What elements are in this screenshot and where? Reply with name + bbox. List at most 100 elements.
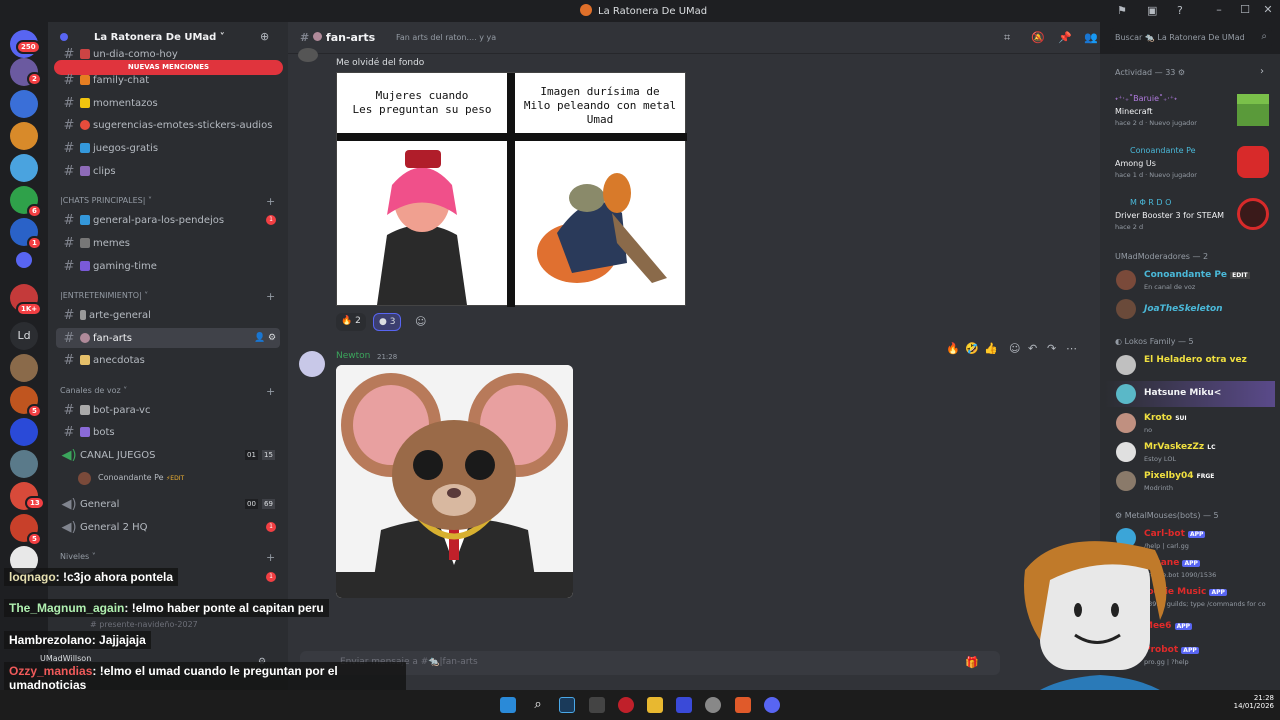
- close-button[interactable]: ✕: [1258, 3, 1278, 16]
- avatar[interactable]: [1116, 471, 1136, 491]
- photoshop-icon[interactable]: [559, 697, 575, 713]
- voice-user[interactable]: Conoandante Pe ⚡EDIT: [98, 473, 184, 482]
- activity-user[interactable]: Conoandante Pe: [1130, 146, 1196, 155]
- channel-item[interactable]: # bot-para-vc: [56, 400, 280, 420]
- channel-topic[interactable]: Fan arts del raton.... y ya: [396, 33, 496, 42]
- add-reaction-icon[interactable]: ☺: [415, 315, 426, 328]
- member-name[interactable]: Conoandante Pe EDIT: [1144, 270, 1250, 280]
- channel-item[interactable]: # clips: [56, 161, 280, 181]
- channel-item[interactable]: # un-dia-como-hoy: [56, 48, 280, 60]
- add-channel-icon[interactable]: +: [266, 551, 275, 564]
- add-friend-icon[interactable]: ⊕: [260, 30, 269, 43]
- channel-item[interactable]: # arte-general: [56, 305, 280, 325]
- server-icon[interactable]: [10, 354, 38, 382]
- gear-icon[interactable]: ⚙: [268, 333, 276, 343]
- more-icon[interactable]: ⋯: [1066, 342, 1077, 355]
- server-icon[interactable]: [10, 154, 38, 182]
- channel-name-faded[interactable]: # presente-navideño-2027: [90, 620, 198, 629]
- server-name[interactable]: La Ratonera De UMad ˅: [94, 32, 225, 43]
- newton-avatar[interactable]: [299, 351, 325, 377]
- avatar[interactable]: [1116, 442, 1136, 462]
- reaction-fire[interactable]: 🔥 2: [336, 313, 366, 331]
- channel-item[interactable]: # general-para-los-pendejos: [56, 210, 280, 230]
- channel-item[interactable]: # juegos-gratis: [56, 138, 280, 158]
- member-name[interactable]: Hatsune Miku<: [1144, 388, 1221, 398]
- reaction-laugh-icon[interactable]: 🤣: [965, 342, 979, 355]
- channel-item[interactable]: # bots: [56, 422, 280, 442]
- channel-item[interactable]: # momentazos: [56, 93, 280, 113]
- app-icon[interactable]: [589, 697, 605, 713]
- rat-image[interactable]: [336, 365, 573, 598]
- member-name[interactable]: JoaTheSkeleton: [1144, 304, 1223, 314]
- avatar[interactable]: [1116, 355, 1136, 375]
- app-icon[interactable]: [676, 697, 692, 713]
- threads-icon[interactable]: ⌗: [1004, 31, 1010, 45]
- avatar[interactable]: [1116, 384, 1136, 404]
- add-reaction-icon[interactable]: ☺: [1009, 342, 1020, 355]
- minecraft-icon: [1237, 94, 1269, 126]
- members-icon[interactable]: 👥: [1084, 31, 1098, 44]
- search-input[interactable]: Buscar 🐀 La Ratonera De UMad ⌕: [1110, 28, 1272, 48]
- search-icon[interactable]: ⌕: [530, 697, 546, 713]
- file-explorer-icon[interactable]: [647, 697, 663, 713]
- avatar[interactable]: [1116, 270, 1136, 290]
- reaction-fire-icon[interactable]: 🔥: [946, 342, 960, 355]
- invite-icon[interactable]: 👤: [254, 333, 265, 343]
- screen-icon[interactable]: ▣: [1147, 4, 1157, 17]
- avatar[interactable]: [1116, 299, 1136, 319]
- forward-icon[interactable]: ↷: [1047, 342, 1056, 355]
- speaker-icon: ◀): [61, 447, 77, 463]
- category-levels[interactable]: Niveles ˅: [60, 552, 96, 561]
- app-icon[interactable]: [705, 697, 721, 713]
- mention-badge: 250: [16, 40, 41, 54]
- among-us-icon: [1237, 146, 1269, 178]
- folder-icon[interactable]: [16, 252, 32, 268]
- channel-item[interactable]: # gaming-time: [56, 256, 280, 276]
- member-name[interactable]: El Heladero otra vez: [1144, 355, 1247, 365]
- pin-icon[interactable]: 📌: [1058, 31, 1072, 44]
- server-icon[interactable]: [10, 122, 38, 150]
- maximize-button[interactable]: ☐: [1235, 3, 1255, 16]
- activity-header[interactable]: Actividad — 33 ⚙: [1115, 68, 1185, 77]
- activity-user[interactable]: M Φ R D O: [1130, 198, 1171, 207]
- avatar[interactable]: [1116, 413, 1136, 433]
- chevron-right-icon[interactable]: ›: [1260, 66, 1264, 77]
- category-entretenimiento[interactable]: |ENTRETENIMIENTO| ˅: [60, 291, 148, 300]
- minimize-button[interactable]: –: [1209, 3, 1229, 16]
- category-voice[interactable]: Canales de voz ˅: [60, 386, 127, 395]
- add-channel-icon[interactable]: +: [266, 385, 275, 398]
- server-icon[interactable]: [10, 418, 38, 446]
- app-icon[interactable]: [618, 697, 634, 713]
- category-chats[interactable]: |CHATS PRINCIPALES| ˅: [60, 196, 152, 205]
- server-icon[interactable]: [10, 450, 38, 478]
- member-name[interactable]: Pixelby04 FRGE: [1144, 471, 1214, 481]
- member-name[interactable]: MrVaskezZz LC: [1144, 442, 1216, 452]
- add-channel-icon[interactable]: +: [266, 290, 275, 303]
- channel-item[interactable]: # memes: [56, 233, 280, 253]
- channel-item-active[interactable]: # fan-arts 👤 ⚙: [56, 328, 280, 348]
- add-channel-icon[interactable]: +: [266, 195, 275, 208]
- channel-item[interactable]: # anecdotas: [56, 350, 280, 370]
- meme-image[interactable]: Mujeres cuando Les preguntan su peso Ima…: [336, 72, 687, 307]
- system-clock[interactable]: 21:28 14/01/2026: [1222, 694, 1274, 710]
- gift-icon[interactable]: 🎁: [965, 656, 979, 669]
- mute-icon[interactable]: 🔕: [1031, 31, 1045, 44]
- activity-user[interactable]: ˖⁺‧₊˚Baruie˚₊‧⁺˖: [1115, 94, 1177, 103]
- reaction-ball[interactable]: ● 3: [373, 313, 402, 331]
- channel-item[interactable]: # family-chat: [56, 70, 280, 90]
- inbox-icon[interactable]: ⚑: [1117, 4, 1127, 17]
- server-list: 250 2 6 1 1K+ Ld 5 13 5: [0, 22, 48, 698]
- message-author[interactable]: Newton: [336, 351, 370, 361]
- reply-icon[interactable]: ↶: [1028, 342, 1037, 355]
- channel-emoji-icon: [80, 310, 86, 320]
- channel-item[interactable]: # sugerencias-emotes-stickers-audios: [56, 115, 280, 135]
- discord-icon[interactable]: [764, 697, 780, 713]
- voice-channel[interactable]: ◀) General 2 HQ: [56, 517, 280, 537]
- server-icon-ld[interactable]: Ld: [10, 322, 38, 350]
- help-icon[interactable]: ?: [1177, 4, 1183, 17]
- member-name[interactable]: Kroto SUI: [1144, 413, 1187, 423]
- brave-icon[interactable]: [735, 697, 751, 713]
- reaction-thumbs-icon[interactable]: 👍: [984, 342, 998, 355]
- windows-start-icon[interactable]: [500, 697, 516, 713]
- server-icon[interactable]: [10, 90, 38, 118]
